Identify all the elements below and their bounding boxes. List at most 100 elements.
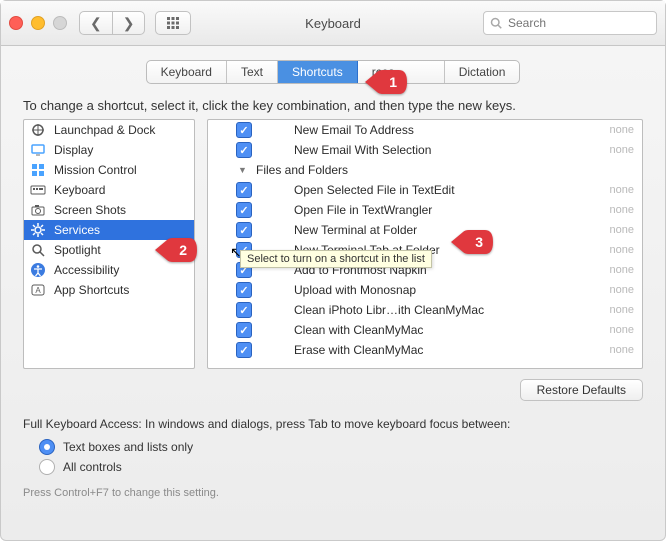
- service-checkbox[interactable]: ✓: [236, 202, 252, 218]
- service-new-email-to-address[interactable]: ✓ New Email To Address none: [208, 120, 642, 140]
- keyboard-icon: [30, 182, 46, 198]
- service-checkbox[interactable]: ✓: [236, 282, 252, 298]
- tooltip: Select to turn on a shortcut in the list: [240, 250, 432, 268]
- service-label: Clean iPhoto Libr…ith CleanMyMac: [294, 303, 602, 317]
- category-label: Screen Shots: [54, 203, 126, 217]
- service-shortcut[interactable]: none: [610, 304, 634, 316]
- instruction-text: To change a shortcut, select it, click t…: [23, 98, 643, 113]
- close-button[interactable]: [9, 16, 23, 30]
- service-clean-iphoto-libr-ith-cleanmymac[interactable]: ✓ Clean iPhoto Libr…ith CleanMyMac none: [208, 300, 642, 320]
- category-screen-shots[interactable]: Screen Shots: [24, 200, 194, 220]
- category-label: Keyboard: [54, 183, 105, 197]
- accessibility-icon: [30, 262, 46, 278]
- category-display[interactable]: Display: [24, 140, 194, 160]
- radio-indicator: [39, 459, 55, 475]
- category-list[interactable]: Launchpad & Dock Display Mission Control Ke…: [23, 119, 195, 369]
- service-shortcut[interactable]: none: [610, 144, 634, 156]
- tab-bar: KeyboardTextShortcutsrcesDictation: [1, 46, 665, 92]
- svg-text:A: A: [35, 286, 41, 295]
- search-icon: [490, 17, 502, 29]
- search-field[interactable]: [483, 11, 657, 35]
- service-new-email-with-selection[interactable]: ✓ New Email With Selection none: [208, 140, 642, 160]
- service-label: New Terminal at Folder: [294, 223, 602, 237]
- service-new-terminal-at-folder[interactable]: ✓ New Terminal at Folder none: [208, 220, 642, 240]
- service-clean-with-cleanmymac[interactable]: ✓ Clean with CleanMyMac none: [208, 320, 642, 340]
- service-label: New Email To Address: [294, 123, 602, 137]
- show-all-button[interactable]: [155, 11, 191, 35]
- radio-text-boxes-and-lists-only[interactable]: Text boxes and lists only: [39, 437, 643, 457]
- service-list[interactable]: ↖ Select to turn on a shortcut in the li…: [207, 119, 643, 369]
- tab-keyboard[interactable]: Keyboard: [147, 61, 227, 83]
- group-label: Files and Folders: [256, 163, 634, 177]
- service-erase-with-cleanmymac[interactable]: ✓ Erase with CleanMyMac none: [208, 340, 642, 360]
- tab-text[interactable]: Text: [227, 61, 278, 83]
- category-label: Accessibility: [54, 263, 119, 277]
- forward-button[interactable]: ❯: [113, 12, 145, 34]
- service-checkbox[interactable]: ✓: [236, 302, 252, 318]
- tab-shortcuts[interactable]: Shortcuts: [278, 61, 358, 83]
- category-services[interactable]: Services: [24, 220, 194, 240]
- category-label: Mission Control: [54, 163, 137, 177]
- app-shortcuts-icon: A: [30, 282, 46, 298]
- service-label: Open File in TextWrangler: [294, 203, 602, 217]
- category-spotlight[interactable]: Spotlight: [24, 240, 194, 260]
- full-keyboard-access-text: Full Keyboard Access: In windows and dia…: [23, 417, 643, 431]
- category-app-shortcuts[interactable]: AApp Shortcuts: [24, 280, 194, 300]
- service-label: Erase with CleanMyMac: [294, 343, 602, 357]
- search-input[interactable]: [506, 15, 650, 31]
- service-shortcut[interactable]: none: [610, 324, 634, 336]
- service-shortcut[interactable]: none: [610, 224, 634, 236]
- service-label: Open Selected File in TextEdit: [294, 183, 602, 197]
- service-checkbox[interactable]: ✓: [236, 142, 252, 158]
- restore-defaults-button[interactable]: Restore Defaults: [520, 379, 643, 401]
- service-label: Upload with Monosnap: [294, 283, 602, 297]
- service-upload-with-monosnap[interactable]: ✓ Upload with Monosnap none: [208, 280, 642, 300]
- category-launchpad-dock[interactable]: Launchpad & Dock: [24, 120, 194, 140]
- tab-input-sources[interactable]: rces: [358, 61, 445, 83]
- category-label: Display: [54, 143, 93, 157]
- service-shortcut[interactable]: none: [610, 204, 634, 216]
- zoom-button[interactable]: [53, 16, 67, 30]
- gear-icon: [30, 222, 46, 238]
- category-label: Launchpad & Dock: [54, 123, 155, 137]
- launchpad-icon: [30, 122, 46, 138]
- grid-icon: [156, 12, 190, 34]
- service-checkbox[interactable]: ✓: [236, 182, 252, 198]
- service-checkbox[interactable]: ✓: [236, 342, 252, 358]
- service-shortcut[interactable]: none: [610, 284, 634, 296]
- disclosure-triangle-icon[interactable]: ▼: [238, 165, 248, 175]
- tab-dictation[interactable]: Dictation: [445, 61, 520, 83]
- spotlight-icon: [30, 242, 46, 258]
- mission-control-icon: [30, 162, 46, 178]
- camera-icon: [30, 202, 46, 218]
- service-checkbox[interactable]: ✓: [236, 322, 252, 338]
- service-label: New Email With Selection: [294, 143, 602, 157]
- display-icon: [30, 142, 46, 158]
- service-open-selected-file-in-textedit[interactable]: ✓ Open Selected File in TextEdit none: [208, 180, 642, 200]
- radio-label: All controls: [63, 460, 122, 474]
- service-label: Clean with CleanMyMac: [294, 323, 602, 337]
- preferences-window: ❮ ❯ Keyboard KeyboardTextShortcutsrcesDi…: [0, 0, 666, 541]
- back-button[interactable]: ❮: [80, 12, 113, 34]
- category-accessibility[interactable]: Accessibility: [24, 260, 194, 280]
- category-keyboard[interactable]: Keyboard: [24, 180, 194, 200]
- service-open-file-in-textwrangler[interactable]: ✓ Open File in TextWrangler none: [208, 200, 642, 220]
- service-shortcut[interactable]: none: [610, 264, 634, 276]
- radio-label: Text boxes and lists only: [63, 440, 193, 454]
- service-group[interactable]: ▼ Files and Folders: [208, 160, 642, 180]
- service-shortcut[interactable]: none: [610, 344, 634, 356]
- radio-all-controls[interactable]: All controls: [39, 457, 643, 477]
- service-checkbox[interactable]: ✓: [236, 222, 252, 238]
- service-shortcut[interactable]: none: [610, 184, 634, 196]
- nav-back-forward: ❮ ❯: [79, 11, 145, 35]
- service-checkbox[interactable]: ✓: [236, 122, 252, 138]
- traffic-lights: [9, 16, 67, 30]
- category-label: Services: [54, 223, 100, 237]
- control-f7-hint: Press Control+F7 to change this setting.: [23, 487, 643, 499]
- category-mission-control[interactable]: Mission Control: [24, 160, 194, 180]
- category-label: Spotlight: [54, 243, 101, 257]
- minimize-button[interactable]: [31, 16, 45, 30]
- service-shortcut[interactable]: none: [610, 244, 634, 256]
- radio-indicator: [39, 439, 55, 455]
- service-shortcut[interactable]: none: [610, 124, 634, 136]
